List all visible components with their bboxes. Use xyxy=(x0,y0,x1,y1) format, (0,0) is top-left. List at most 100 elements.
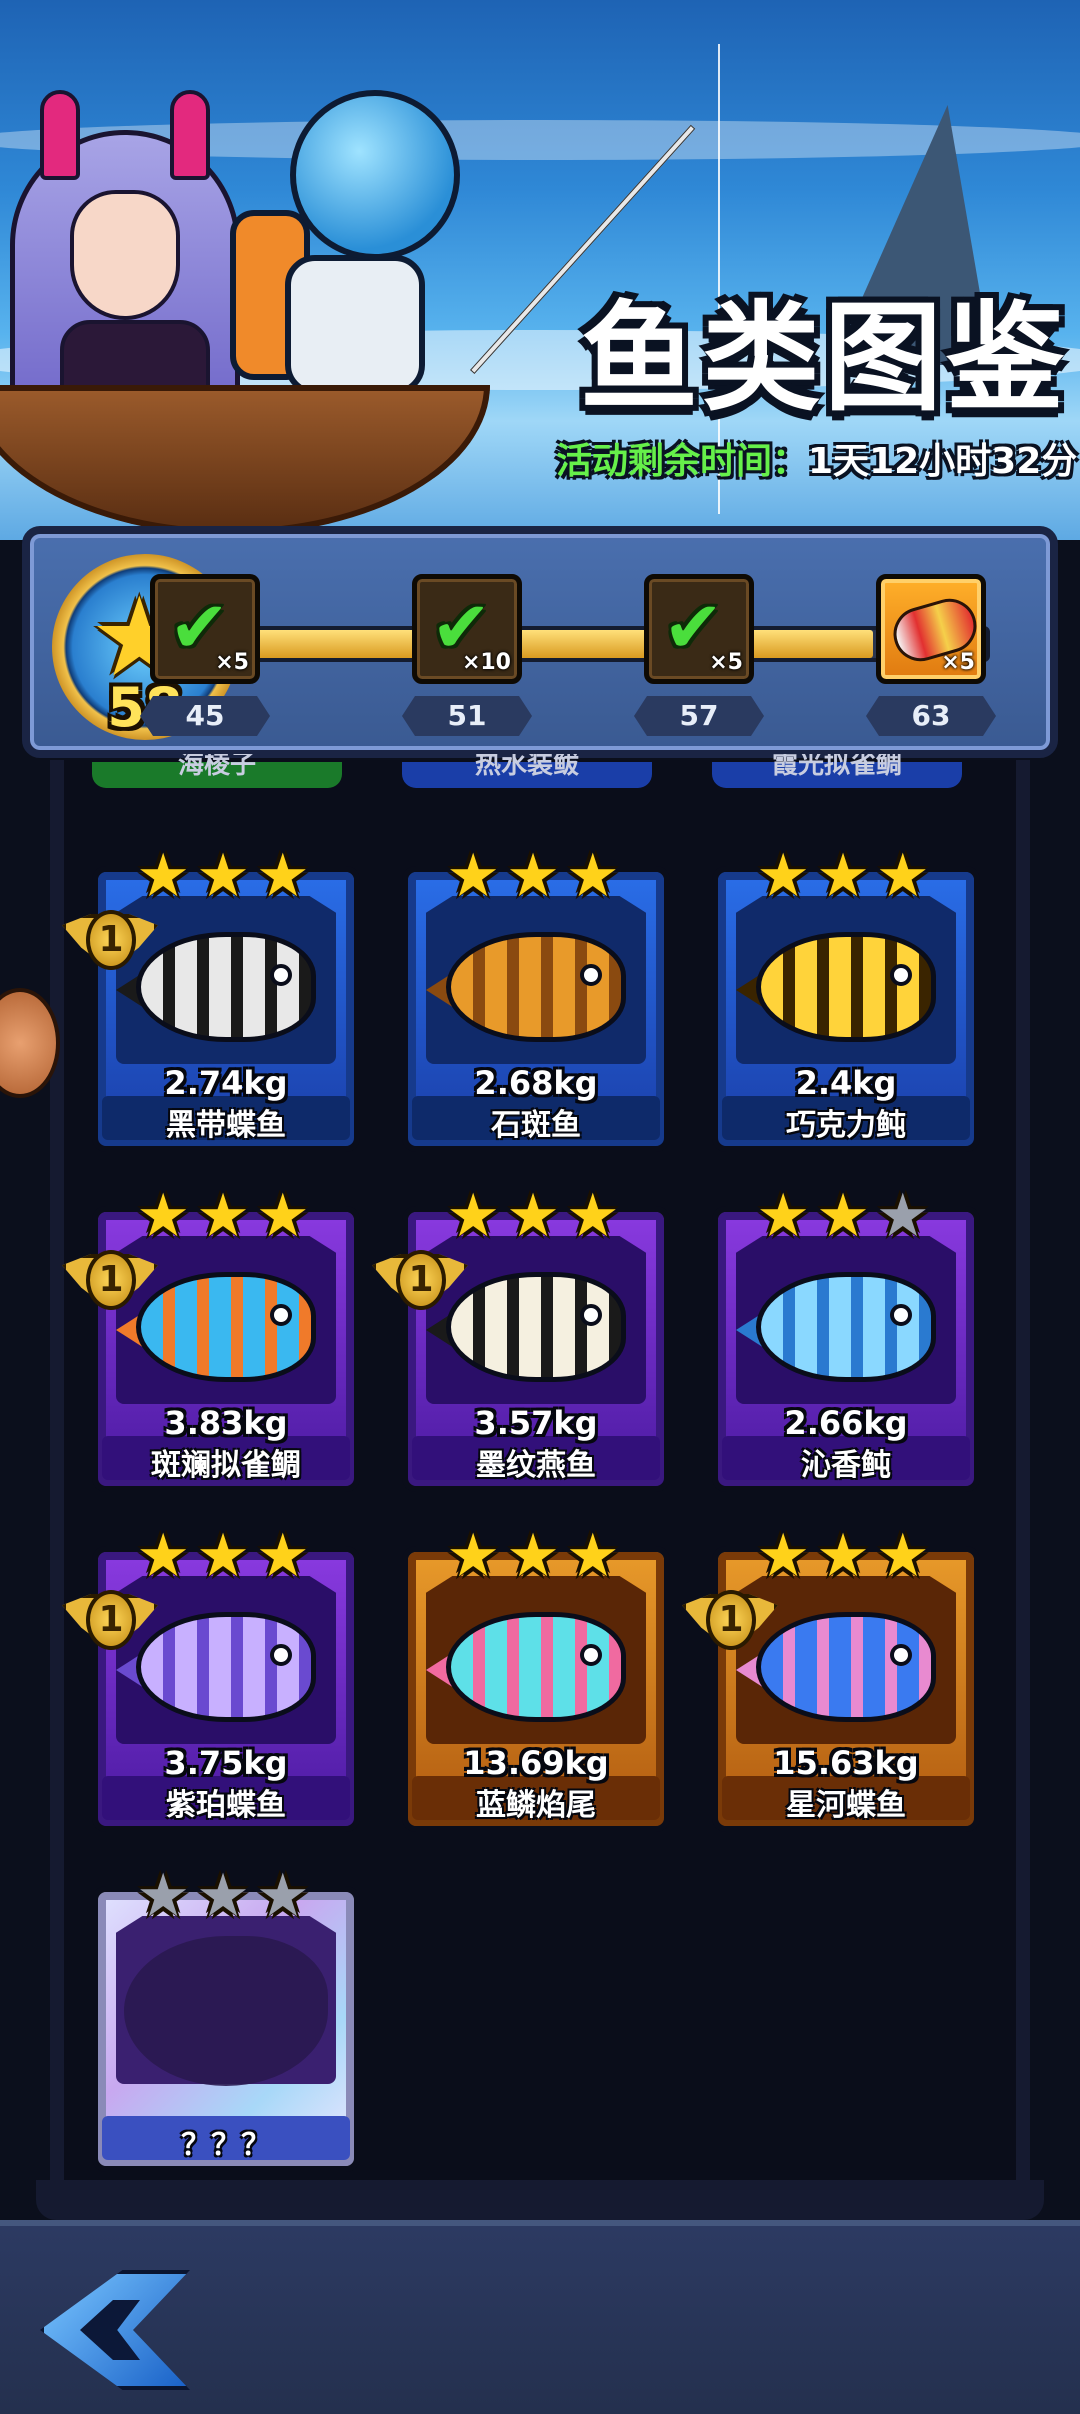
milestone-reward[interactable]: ✔ ×5 45 xyxy=(140,574,270,754)
star-icon: ★ xyxy=(196,1181,256,1251)
fish-eye xyxy=(270,1304,292,1326)
fish-name: 霞光拟雀鲷 xyxy=(771,754,902,780)
star-rating: ★★★ xyxy=(402,846,670,906)
rank-number: 1 xyxy=(396,1250,446,1310)
star-rating: ★★★ xyxy=(92,1526,360,1586)
fish-icon xyxy=(756,1272,936,1382)
star-icon: ★ xyxy=(196,1521,256,1591)
fish-card[interactable]: 13.69kg 蓝鳞焰尾 ★★★ xyxy=(402,1526,670,1832)
fish-card[interactable]: ？？？ ★★★ xyxy=(92,1866,360,2172)
reward-box[interactable]: ×5 xyxy=(876,574,986,684)
fish-name: 海棱子 xyxy=(177,754,256,780)
fish-eye xyxy=(580,964,602,986)
fish-card[interactable]: 3.75kg 紫珀蝶鱼 ★★★ 1 xyxy=(62,1526,360,1832)
fish-weight: 3.83kg xyxy=(164,1404,288,1442)
reward-quantity: ×5 xyxy=(215,650,249,675)
reward-box[interactable]: ✔ ×5 xyxy=(644,574,754,684)
star-icon: ★ xyxy=(446,841,507,911)
milestone-level: 63 xyxy=(866,696,996,736)
fish-eye xyxy=(580,1304,602,1326)
star-icon: ★ xyxy=(446,1521,507,1591)
fish-name: 斑斓拟雀鲷 xyxy=(151,1448,301,1483)
star-icon: ★ xyxy=(255,841,316,911)
fish-card[interactable]: 2.68kg 石斑鱼 ★★★ xyxy=(402,846,670,1152)
star-icon: ★ xyxy=(756,1181,817,1251)
fish-icon xyxy=(136,1612,316,1722)
fish-name: 黑带蝶鱼 xyxy=(166,1108,286,1143)
fish-icon xyxy=(756,1612,936,1722)
rank-badge: 1 xyxy=(372,1244,468,1320)
milestone-reward[interactable]: ✔ ×10 51 xyxy=(402,574,532,754)
fish-name: 石斑鱼 xyxy=(491,1108,581,1143)
back-button[interactable] xyxy=(40,2270,190,2390)
fish-card[interactable]: 3.57kg 墨纹燕鱼 ★★★ 1 xyxy=(372,1186,670,1492)
milestone-reward[interactable]: ✔ ×5 57 xyxy=(634,574,764,754)
fish-name: ？？？ xyxy=(181,2128,271,2163)
fish-name: 星河蝶鱼 xyxy=(786,1788,906,1823)
bottom-bar xyxy=(0,2220,1080,2414)
milestone-reward[interactable]: ×5 63 xyxy=(866,574,996,754)
star-rating: ★★★ xyxy=(712,846,980,906)
fish-eye xyxy=(270,1644,292,1666)
rank-number: 1 xyxy=(86,1250,136,1310)
star-rating: ★★★ xyxy=(92,846,360,906)
fish-icon xyxy=(446,1612,626,1722)
star-rating: ★★★ xyxy=(712,1186,980,1246)
fish-eye xyxy=(890,964,912,986)
rank-number: 1 xyxy=(86,1590,136,1650)
star-icon: ★ xyxy=(255,1861,316,1931)
star-icon: ★ xyxy=(816,841,876,911)
star-rating: ★★★ xyxy=(92,1866,360,1926)
locked-fish-silhouette xyxy=(124,1936,328,2086)
fish-eye xyxy=(890,1304,912,1326)
boat-illustration xyxy=(0,385,490,535)
star-rating: ★★★ xyxy=(712,1526,980,1586)
fish-weight: 2.68kg xyxy=(474,1064,598,1102)
fish-card[interactable]: 2.4kg 巧克力鲀 ★★★ xyxy=(712,846,980,1152)
star-icon: ★ xyxy=(136,841,197,911)
star-icon: ★ xyxy=(565,841,626,911)
fish-eye xyxy=(270,964,292,986)
timer-label: 活动剩余时间： xyxy=(556,441,809,482)
rank-number: 1 xyxy=(86,910,136,970)
fish-icon xyxy=(136,1272,316,1382)
star-icon: ★ xyxy=(255,1521,316,1591)
milestone-level: 57 xyxy=(634,696,764,736)
reward-quantity: ×5 xyxy=(709,650,743,675)
star-icon: ★ xyxy=(756,1521,817,1591)
page-title: 鱼类图鉴 xyxy=(579,289,1068,427)
fish-eye xyxy=(890,1644,912,1666)
star-icon: ★ xyxy=(506,841,566,911)
fish-name: 蓝鳞焰尾 xyxy=(476,1788,596,1823)
fish-icon xyxy=(446,932,626,1042)
fish-name: 墨纹燕鱼 xyxy=(476,1448,596,1483)
star-icon: ★ xyxy=(506,1181,566,1251)
event-banner: 鱼类图鉴 活动剩余时间：1天12小时32分 xyxy=(0,0,1080,540)
fish-weight: 2.66kg xyxy=(784,1404,908,1442)
rank-badge: 1 xyxy=(62,1584,158,1660)
milestone-level: 45 xyxy=(140,696,270,736)
reward-box[interactable]: ✔ ×10 xyxy=(412,574,522,684)
fish-card[interactable]: 3.83kg 斑斓拟雀鲷 ★★★ 1 xyxy=(62,1186,360,1492)
fish-weight: 3.75kg xyxy=(164,1744,288,1782)
fish-icon xyxy=(756,932,936,1042)
rank-badge: 1 xyxy=(62,1244,158,1320)
star-icon: ★ xyxy=(255,1181,316,1251)
star-icon: ★ xyxy=(506,1521,566,1591)
milestone-level: 51 xyxy=(402,696,532,736)
star-rating: ★★★ xyxy=(402,1186,670,1246)
rank-badge: 1 xyxy=(62,904,158,980)
star-icon: ★ xyxy=(136,1861,197,1931)
fish-card[interactable]: 15.63kg 星河蝶鱼 ★★★ 1 xyxy=(682,1526,980,1832)
fish-weight: 2.74kg xyxy=(164,1064,288,1102)
timer-value: 1天12小时32分 xyxy=(808,441,1078,482)
star-icon: ★ xyxy=(816,1181,876,1251)
collection-progress-panel: ★ 58 ✔ ×5 45 ✔ ×10 51 ✔ ×5 57 ×5 63 xyxy=(22,526,1058,758)
fish-name: 热水装鲅 xyxy=(474,754,579,780)
fish-card[interactable]: 2.66kg 沁香鲀 ★★★ xyxy=(712,1186,980,1492)
fish-card[interactable]: 2.74kg 黑带蝶鱼 ★★★ 1 xyxy=(62,846,360,1152)
reward-box[interactable]: ✔ ×5 xyxy=(150,574,260,684)
star-rating: ★★★ xyxy=(92,1186,360,1246)
fish-name: 紫珀蝶鱼 xyxy=(166,1788,286,1823)
star-icon: ★ xyxy=(875,1521,936,1591)
